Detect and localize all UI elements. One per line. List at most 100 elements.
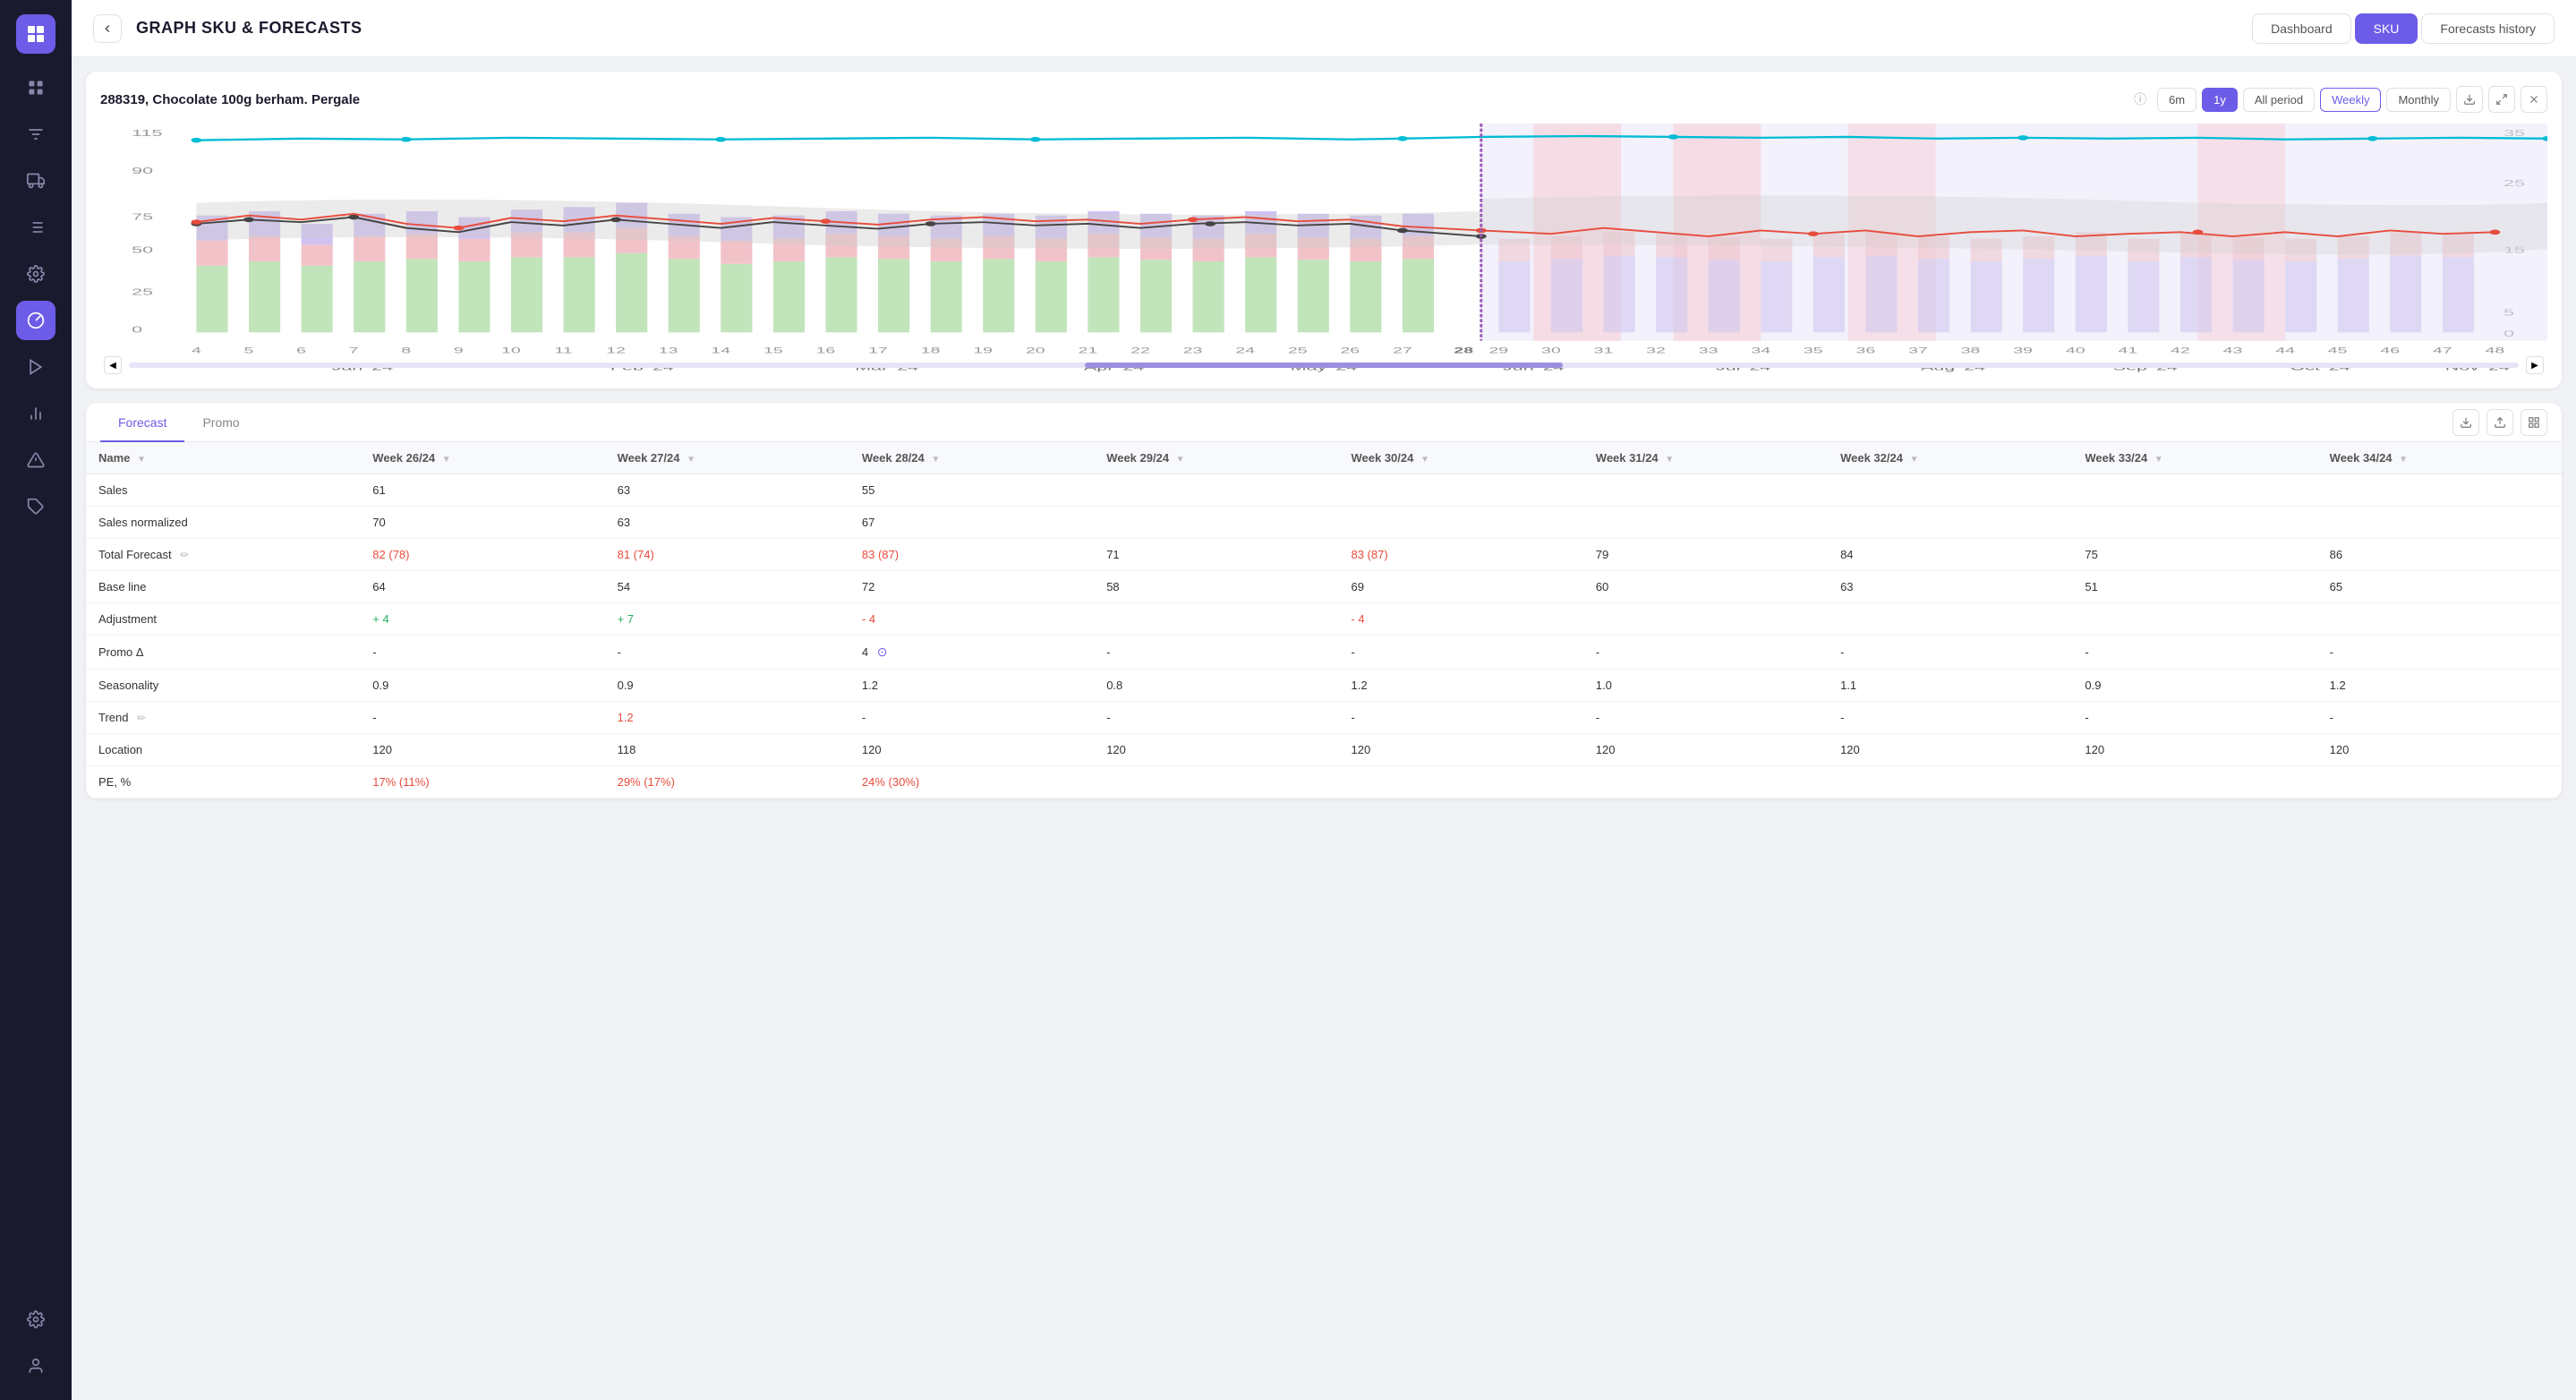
chart-info-icon[interactable]: ⓘ [2134,90,2146,108]
grid-table-button[interactable] [2521,409,2547,436]
svg-text:10: 10 [501,346,521,355]
cell-tr-w30: - [1338,702,1582,734]
chart-scroll-left[interactable]: ◀ [104,356,122,374]
cell-adj-w30: - 4 [1338,603,1582,636]
cell-loc-w32: 120 [1828,734,2072,766]
view-weekly[interactable]: Weekly [2320,88,2381,112]
edit-total-forecast-icon[interactable]: ✏ [180,549,189,561]
sidebar-item-truck[interactable] [16,161,55,201]
sidebar-item-play[interactable] [16,347,55,387]
sidebar-item-settings[interactable] [16,1300,55,1339]
chart-scrollbar-thumb[interactable] [1085,363,1563,368]
sidebar [0,0,72,1400]
sidebar-item-chart[interactable] [16,394,55,433]
close-chart-button[interactable] [2521,86,2547,113]
download-table-button[interactable] [2452,409,2479,436]
sidebar-item-warning[interactable] [16,440,55,480]
row-name-total-forecast: Total Forecast ✏ [86,539,360,571]
cell-tf-w28: 83 (87) [849,539,1094,571]
upload-table-button[interactable] [2486,409,2513,436]
nav-sku[interactable]: SKU [2355,13,2418,44]
svg-text:8: 8 [401,346,411,355]
sidebar-item-tag[interactable] [16,487,55,526]
cell-tf-w30: 83 (87) [1338,539,1582,571]
svg-text:48: 48 [2486,346,2505,355]
cell-pd-w32: - [1828,636,2072,670]
col-header-w33[interactable]: Week 33/24 ▼ [2072,442,2316,474]
col-header-w29[interactable]: Week 29/24 ▼ [1094,442,1338,474]
sidebar-item-analytics[interactable] [16,301,55,340]
sidebar-item-gear[interactable] [16,254,55,294]
col-header-w28[interactable]: Week 28/24 ▼ [849,442,1094,474]
col-header-w32[interactable]: Week 32/24 ▼ [1828,442,2072,474]
sidebar-item-grid[interactable] [16,68,55,107]
chart-area: 115 90 75 50 25 0 35 25 15 5 0 [100,124,2547,374]
cell-tr-w34: - [2317,702,2562,734]
cell-bl-w32: 63 [1828,571,2072,603]
cell-tf-w32: 84 [1828,539,2072,571]
cell-tr-w31: - [1583,702,1828,734]
forecast-table: Name ▼ Week 26/24 ▼ Week 27/24 ▼ Week 28… [86,442,2562,798]
table-row: Total Forecast ✏ 82 (78) 81 (74) 83 (87)… [86,539,2562,571]
cell-sales-w33 [2072,474,2316,507]
table-row: Base line 64 54 72 58 69 60 63 51 65 [86,571,2562,603]
expand-chart-button[interactable] [2488,86,2515,113]
cell-pe-w33 [2072,766,2316,798]
svg-text:46: 46 [2380,346,2400,355]
svg-text:36: 36 [1856,346,1876,355]
view-monthly[interactable]: Monthly [2386,88,2451,112]
sidebar-logo[interactable] [16,14,55,54]
tab-promo[interactable]: Promo [184,403,257,442]
cell-pe-w27: 29% (17%) [605,766,849,798]
row-name-promo-delta: Promo Δ [86,636,360,670]
cell-loc-w26: 120 [360,734,604,766]
table-row: Adjustment + 4 + 7 - 4 - 4 [86,603,2562,636]
period-all[interactable]: All period [2243,88,2315,112]
row-name-sales: Sales [86,474,360,507]
period-6m[interactable]: 6m [2157,88,2196,112]
cell-sea-w34: 1.2 [2317,670,2562,702]
row-name-location: Location [86,734,360,766]
svg-text:45: 45 [2328,346,2348,355]
table-row: PE, % 17% (11%) 29% (17%) 24% (30%) [86,766,2562,798]
col-header-w31[interactable]: Week 31/24 ▼ [1583,442,1828,474]
table-row: Sales normalized 70 63 67 [86,507,2562,539]
content-area: 288319, Chocolate 100g berham. Pergale ⓘ… [72,57,2576,1400]
col-header-w34[interactable]: Week 34/24 ▼ [2317,442,2562,474]
svg-text:23: 23 [1183,346,1203,355]
download-chart-button[interactable] [2456,86,2483,113]
nav-forecasts-history[interactable]: Forecasts history [2421,13,2555,44]
svg-text:28: 28 [1454,346,1473,355]
col-header-w26[interactable]: Week 26/24 ▼ [360,442,604,474]
cell-bl-w30: 69 [1338,571,1582,603]
cell-salesnorm-w30 [1338,507,1582,539]
period-1y[interactable]: 1y [2202,88,2238,112]
cell-pe-w31 [1583,766,1828,798]
col-header-w27[interactable]: Week 27/24 ▼ [605,442,849,474]
nav-dashboard[interactable]: Dashboard [2252,13,2351,44]
table-row: Location 120 118 120 120 120 120 120 120… [86,734,2562,766]
sidebar-item-filter[interactable] [16,115,55,154]
cell-adj-w34 [2317,603,2562,636]
back-button[interactable] [93,14,122,43]
chart-scroll-right[interactable]: ▶ [2526,356,2544,374]
sidebar-item-list[interactable] [16,208,55,247]
tab-forecast[interactable]: Forecast [100,403,184,442]
cell-salesnorm-w31 [1583,507,1828,539]
svg-text:19: 19 [973,346,993,355]
col-header-name[interactable]: Name ▼ [86,442,360,474]
edit-trend-icon[interactable]: ✏ [137,712,146,724]
cell-bl-w27: 54 [605,571,849,603]
table-scroll-container[interactable]: Name ▼ Week 26/24 ▼ Week 27/24 ▼ Week 28… [86,442,2562,798]
table-actions [2452,409,2547,436]
cell-salesnorm-w33 [2072,507,2316,539]
col-header-w30[interactable]: Week 30/24 ▼ [1338,442,1582,474]
svg-text:34: 34 [1751,346,1770,355]
svg-text:18: 18 [921,346,941,355]
promo-delta-info-icon[interactable]: ⊙ [877,645,888,659]
cell-adj-w27: + 7 [605,603,849,636]
chart-card: 288319, Chocolate 100g berham. Pergale ⓘ… [86,72,2562,388]
sidebar-item-user[interactable] [16,1346,55,1386]
cell-tf-w33: 75 [2072,539,2316,571]
cell-tr-w26: - [360,702,604,734]
